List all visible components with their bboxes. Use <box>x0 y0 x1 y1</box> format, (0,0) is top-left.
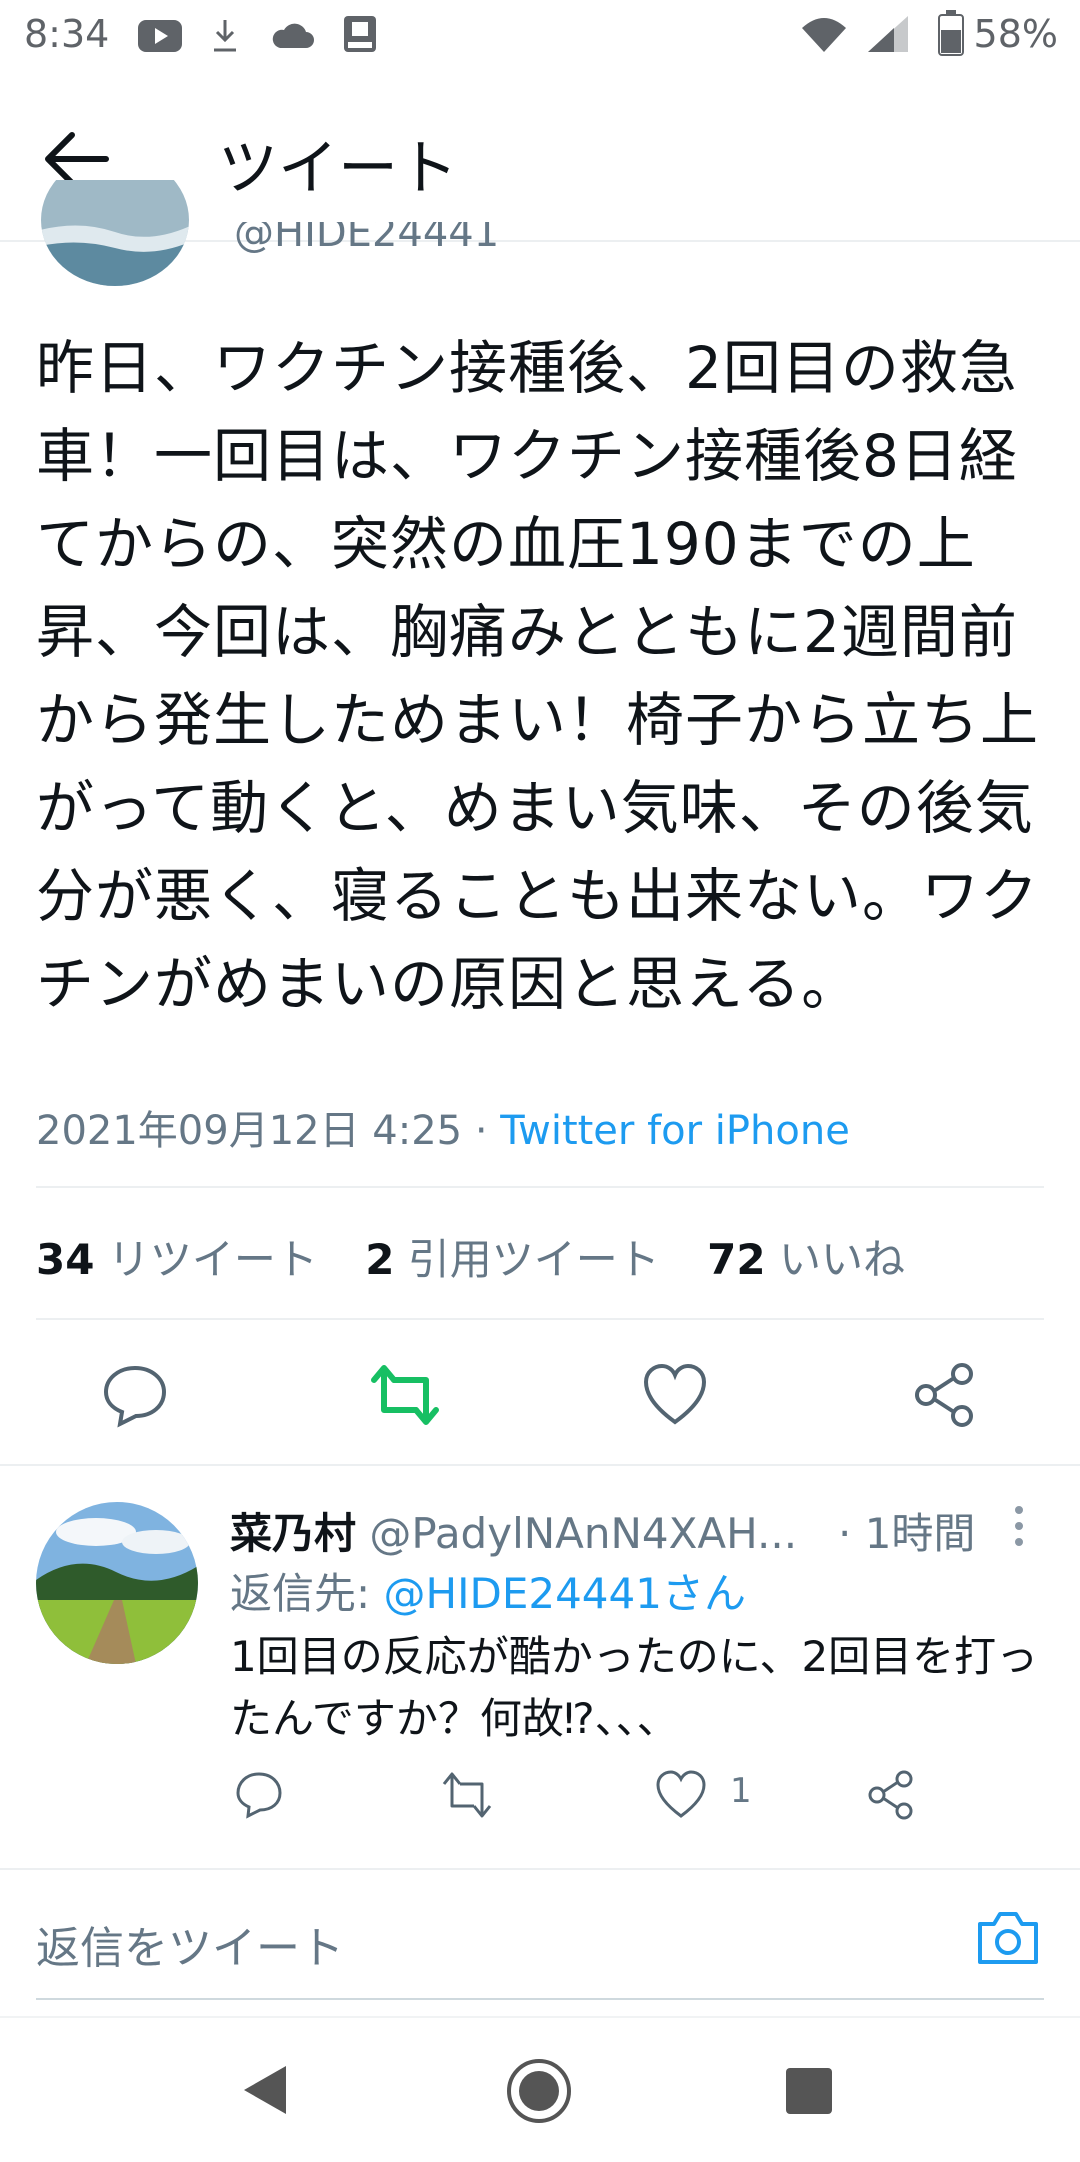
compose-placeholder[interactable]: 返信をツイート <box>36 1912 344 1976</box>
meta-separator: · <box>474 1108 488 1154</box>
likes-label: いいね <box>778 1235 905 1284</box>
share-button[interactable] <box>910 1360 980 1430</box>
author-avatar[interactable] <box>40 180 190 288</box>
more-options-button[interactable] <box>1004 1496 1034 1556</box>
reply-reply-button[interactable] <box>232 1768 286 1822</box>
retweets-count: 34 <box>36 1235 95 1284</box>
camera-icon <box>978 1912 1038 1964</box>
heart-icon <box>643 1363 707 1425</box>
system-nav-bar <box>0 2016 1080 2162</box>
reply-icon <box>236 1772 282 1819</box>
youtube-icon <box>138 20 182 52</box>
reply-tweet[interactable]: 菜乃村 @PadylNAnN4XAH... · 1時間 返信先: @HIDE24… <box>0 1466 1080 1870</box>
reply-text: 1回目の反応が酷かったのに、2回目を打ったんですか？何故⁉︎、、、 <box>230 1632 1039 1743</box>
tweet-actions <box>0 1320 1080 1466</box>
reply-header: 菜乃村 @PadylNAnN4XAH... <box>230 1500 797 1561</box>
page-title: ツイート <box>218 134 458 204</box>
signal-icon <box>868 16 908 52</box>
reply-avatar[interactable] <box>36 1502 198 1664</box>
retweets-stat[interactable]: 34 リツイート <box>36 1235 318 1284</box>
landscape-avatar-image <box>36 1502 198 1664</box>
likes-count: 72 <box>707 1235 766 1284</box>
battery-percent: 58% <box>973 12 1058 56</box>
reply-time: · 1時間 <box>838 1509 976 1558</box>
tweet-stats: 34 リツイート 2 引用ツイート 72 いいね <box>36 1226 939 1287</box>
reply-retweet-button[interactable] <box>440 1768 494 1822</box>
tweet-timestamp: 2021年09月12日 4:25 <box>36 1108 463 1154</box>
reply-like-button[interactable] <box>654 1768 708 1822</box>
reply-compose[interactable]: 返信をツイート <box>36 1870 1044 2000</box>
reply-like-count: 1 <box>730 1771 752 1811</box>
reply-to-prefix: 返信先: <box>230 1569 384 1618</box>
status-bar: 8:34 58% <box>0 0 1080 76</box>
storage-icon <box>344 16 376 52</box>
divider <box>36 1186 1044 1188</box>
reply-author-name[interactable]: 菜乃村 <box>230 1509 356 1558</box>
download-icon <box>214 20 236 52</box>
nav-recents-icon[interactable] <box>784 2066 834 2116</box>
camera-button[interactable] <box>976 1908 1040 1966</box>
retweet-icon <box>371 1365 439 1425</box>
like-button[interactable] <box>640 1360 710 1430</box>
wifi-icon <box>802 18 846 52</box>
reply-to: 返信先: @HIDE24441さん <box>230 1560 746 1621</box>
likes-stat[interactable]: 72 いいね <box>707 1235 905 1284</box>
reply-button[interactable] <box>100 1360 170 1430</box>
reply-to-mention[interactable]: @HIDE24441さん <box>384 1569 746 1618</box>
reply-share-button[interactable] <box>864 1768 918 1822</box>
tweet-source-link[interactable]: Twitter for iPhone <box>500 1108 850 1154</box>
quotes-count: 2 <box>365 1235 395 1284</box>
heart-icon <box>656 1770 706 1818</box>
quotes-label: 引用ツイート <box>407 1235 660 1284</box>
tweet-text: 昨日、ワクチン接種後、2回目の救急車！一回目は、ワクチン接種後8日経てからの、突… <box>36 334 1040 1018</box>
retweet-button[interactable] <box>370 1360 440 1430</box>
nav-back-icon[interactable] <box>240 2062 290 2118</box>
tweet-meta: 2021年09月12日 4:25 · Twitter for iPhone <box>36 1098 850 1156</box>
retweets-label: リツイート <box>107 1235 318 1284</box>
share-icon <box>868 1770 913 1820</box>
more-vertical-icon <box>1015 1506 1023 1546</box>
cloud-icon <box>272 23 314 48</box>
sea-avatar-image <box>41 180 189 286</box>
quotes-stat[interactable]: 2 引用ツイート <box>365 1235 660 1284</box>
reply-icon <box>103 1365 167 1428</box>
reply-author-handle[interactable]: @PadylNAnN4XAH... <box>369 1509 797 1558</box>
battery-icon <box>938 10 964 56</box>
status-time: 8:34 <box>24 12 110 56</box>
author-handle[interactable]: @HIDE24441 <box>234 222 499 262</box>
retweet-icon <box>442 1772 492 1818</box>
share-icon <box>915 1363 973 1427</box>
nav-home-icon[interactable] <box>504 2056 574 2126</box>
